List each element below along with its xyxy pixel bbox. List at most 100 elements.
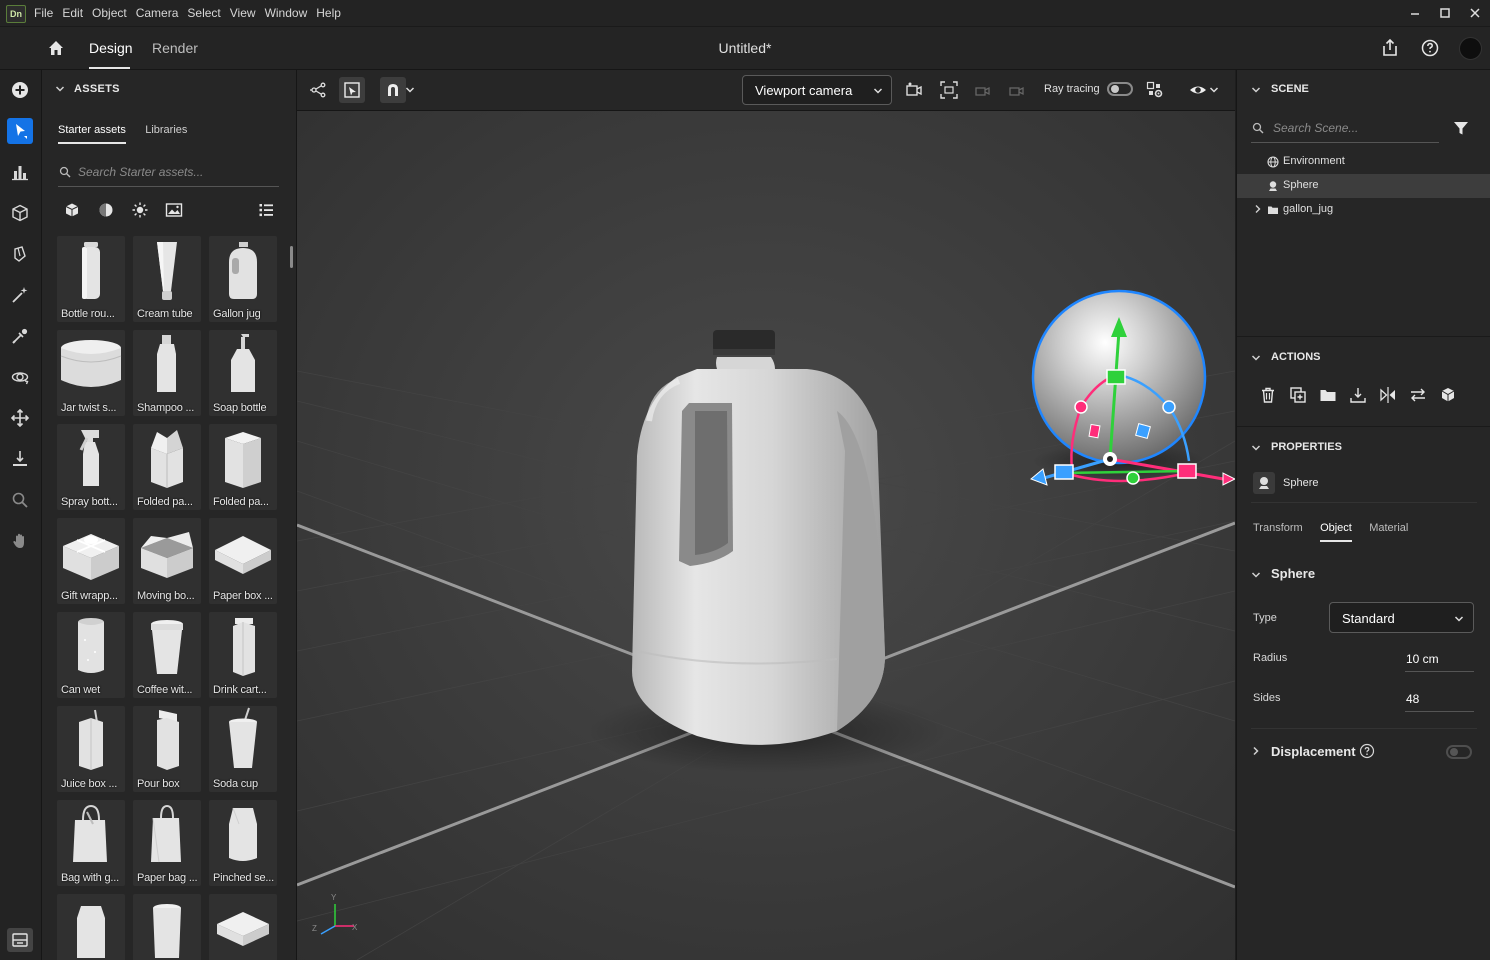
tab-render[interactable]: Render: [152, 27, 198, 69]
menu-camera[interactable]: Camera: [136, 6, 179, 20]
asset-tile[interactable]: Pour box: [133, 706, 201, 792]
frame-camera-icon[interactable]: [936, 77, 962, 103]
menu-view[interactable]: View: [230, 6, 256, 20]
drop-to-ground-icon[interactable]: [1347, 384, 1369, 406]
asset-tile[interactable]: Juice box ...: [57, 706, 125, 792]
frame-selection-icon[interactable]: [339, 77, 365, 103]
chevron-down-icon[interactable]: [55, 84, 65, 94]
filter-icon[interactable]: [1451, 118, 1471, 138]
asset-tile[interactable]: Paper bag ...: [133, 800, 201, 886]
eyedropper-icon[interactable]: [7, 323, 33, 349]
asset-tile[interactable]: Pinched se...: [209, 800, 277, 886]
cube-icon[interactable]: [7, 200, 33, 226]
maximize-icon[interactable]: [1430, 0, 1460, 26]
delete-icon[interactable]: [1257, 384, 1279, 406]
select-icon[interactable]: [7, 118, 33, 144]
sides-field[interactable]: 48: [1405, 685, 1474, 712]
panel-toggle-icon[interactable]: [7, 928, 33, 952]
drop-to-ground-icon[interactable]: [7, 446, 33, 472]
magic-wand-icon[interactable]: [7, 282, 33, 308]
asset-tile[interactable]: Drink cart...: [209, 612, 277, 698]
menu-object[interactable]: Object: [92, 6, 127, 20]
asset-tile[interactable]: Jar twist s...: [57, 330, 125, 416]
scene-search-input[interactable]: [1271, 120, 1440, 136]
asset-tile[interactable]: [209, 894, 277, 960]
chevron-right-icon[interactable]: [1253, 204, 1263, 214]
scene-chart-icon[interactable]: [7, 159, 33, 185]
asset-tile[interactable]: [57, 894, 125, 960]
asset-tile[interactable]: Shampoo ...: [133, 330, 201, 416]
render-settings-icon[interactable]: [1142, 77, 1168, 103]
images-filter-icon[interactable]: [164, 200, 184, 220]
menu-file[interactable]: File: [34, 6, 53, 20]
move-icon[interactable]: [7, 405, 33, 431]
tab-design[interactable]: Design: [89, 27, 133, 69]
tab-material[interactable]: Material: [1369, 522, 1408, 540]
close-icon[interactable]: [1460, 0, 1490, 26]
mirror-icon[interactable]: [1377, 384, 1399, 406]
help-icon[interactable]: [1359, 743, 1375, 759]
asset-tile[interactable]: Folded pa...: [133, 424, 201, 510]
tab-libraries[interactable]: Libraries: [145, 124, 187, 142]
paint-bucket-icon[interactable]: [7, 241, 33, 267]
tab-transform[interactable]: Transform: [1253, 522, 1303, 540]
gallon-jug-model[interactable]: [632, 330, 885, 745]
chevron-down-icon[interactable]: [1251, 570, 1261, 580]
list-view-icon[interactable]: [256, 200, 276, 220]
chevron-right-icon[interactable]: [1251, 746, 1261, 756]
zoom-icon[interactable]: [7, 487, 33, 513]
menu-help[interactable]: Help: [316, 6, 341, 20]
asset-tile[interactable]: Soda cup: [209, 706, 277, 792]
assets-scrollbar[interactable]: [290, 246, 293, 268]
group-folder-icon[interactable]: [1317, 384, 1339, 406]
asset-tile[interactable]: Bag with g...: [57, 800, 125, 886]
share-icon[interactable]: [1378, 36, 1402, 60]
scene-item-gallon-jug[interactable]: gallon_jug: [1237, 198, 1490, 222]
lights-filter-icon[interactable]: [130, 200, 150, 220]
asset-tile[interactable]: Folded pa...: [209, 424, 277, 510]
undo-camera-icon[interactable]: [969, 77, 995, 103]
3d-viewport[interactable]: Y X Z: [297, 111, 1235, 960]
ray-tracing-toggle[interactable]: [1107, 82, 1133, 96]
minimize-icon[interactable]: [1400, 0, 1430, 26]
tab-object[interactable]: Object: [1320, 522, 1352, 542]
asset-tile[interactable]: Cream tube: [133, 236, 201, 322]
scene-graph-icon[interactable]: [305, 77, 331, 103]
asset-tile[interactable]: Gift wrapp...: [57, 518, 125, 604]
materials-filter-icon[interactable]: [96, 200, 116, 220]
chevron-down-icon[interactable]: [1251, 353, 1261, 363]
chevron-down-icon[interactable]: [403, 77, 417, 103]
scene-item-sphere[interactable]: Sphere: [1237, 174, 1490, 198]
asset-tile[interactable]: Bottle rou...: [57, 236, 125, 322]
camera-select[interactable]: Viewport camera: [742, 75, 892, 105]
pan-hand-icon[interactable]: [7, 528, 33, 554]
chevron-down-icon[interactable]: [1251, 85, 1261, 95]
home-icon[interactable]: [44, 36, 68, 60]
asset-tile[interactable]: [133, 894, 201, 960]
menu-window[interactable]: Window: [265, 6, 308, 20]
asset-tile[interactable]: Moving bo...: [133, 518, 201, 604]
menu-edit[interactable]: Edit: [62, 6, 83, 20]
scene-item-environment[interactable]: Environment: [1237, 150, 1490, 174]
tab-starter-assets[interactable]: Starter assets: [58, 124, 126, 144]
asset-tile[interactable]: Gallon jug: [209, 236, 277, 322]
displacement-toggle[interactable]: [1446, 745, 1472, 759]
redo-camera-icon[interactable]: [1004, 77, 1030, 103]
asset-tile[interactable]: Can wet: [57, 612, 125, 698]
radius-field[interactable]: 10 cm: [1405, 645, 1474, 672]
asset-tile[interactable]: Coffee wit...: [133, 612, 201, 698]
asset-tile[interactable]: Paper box ...: [209, 518, 277, 604]
asset-tile[interactable]: Spray bott...: [57, 424, 125, 510]
orbit-icon[interactable]: [7, 364, 33, 390]
avatar[interactable]: [1459, 37, 1482, 60]
chevron-down-icon[interactable]: [1207, 77, 1221, 103]
camera-icon[interactable]: [901, 77, 927, 103]
help-icon[interactable]: [1418, 36, 1442, 60]
asset-tile[interactable]: Soap bottle: [209, 330, 277, 416]
add-icon[interactable]: [7, 77, 33, 103]
duplicate-icon[interactable]: [1287, 384, 1309, 406]
swap-icon[interactable]: [1407, 384, 1429, 406]
type-select[interactable]: Standard: [1329, 602, 1474, 633]
chevron-down-icon[interactable]: [1251, 443, 1261, 453]
search-input[interactable]: [76, 164, 280, 180]
